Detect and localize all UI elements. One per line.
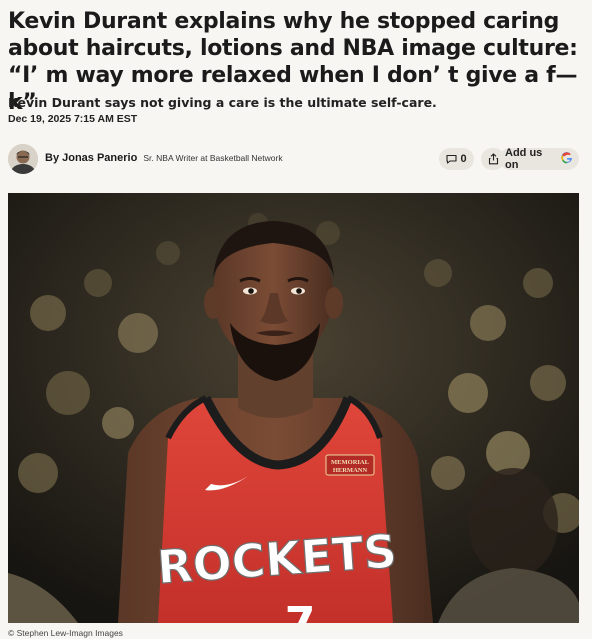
add-us-label: Add us on xyxy=(505,147,543,171)
byline-text: By Jonas Panerio Sr. NBA Writer at Baske… xyxy=(45,152,283,164)
byline-prefix: By xyxy=(45,152,60,164)
comments-button[interactable]: 0 xyxy=(439,148,474,170)
patch-line2: HERMANN xyxy=(333,467,368,474)
comment-icon xyxy=(446,154,457,164)
google-icon xyxy=(561,151,573,167)
image-credit: © Stephen Lew-Imagn Images xyxy=(8,628,123,638)
publish-date: Dec 19, 2025 7:15 AM EST xyxy=(8,113,138,125)
author-avatar[interactable] xyxy=(8,144,38,174)
byline: By Jonas Panerio Sr. NBA Writer at Baske… xyxy=(8,143,584,175)
comment-count: 0 xyxy=(460,153,467,165)
article-dek: Kevin Durant says not giving a care is t… xyxy=(8,95,437,110)
add-us-on-google-button[interactable]: Add us on xyxy=(499,147,579,171)
hero-image[interactable]: MEMORIAL HERMANN ROCKETS 7 xyxy=(8,193,579,623)
author-name-link[interactable]: Jonas Panerio xyxy=(62,152,137,164)
patch-line1: MEMORIAL xyxy=(331,459,370,466)
author-title: Sr. NBA Writer at Basketball Network xyxy=(143,153,283,163)
jersey-number: 7 xyxy=(285,598,316,623)
share-icon xyxy=(488,153,498,165)
